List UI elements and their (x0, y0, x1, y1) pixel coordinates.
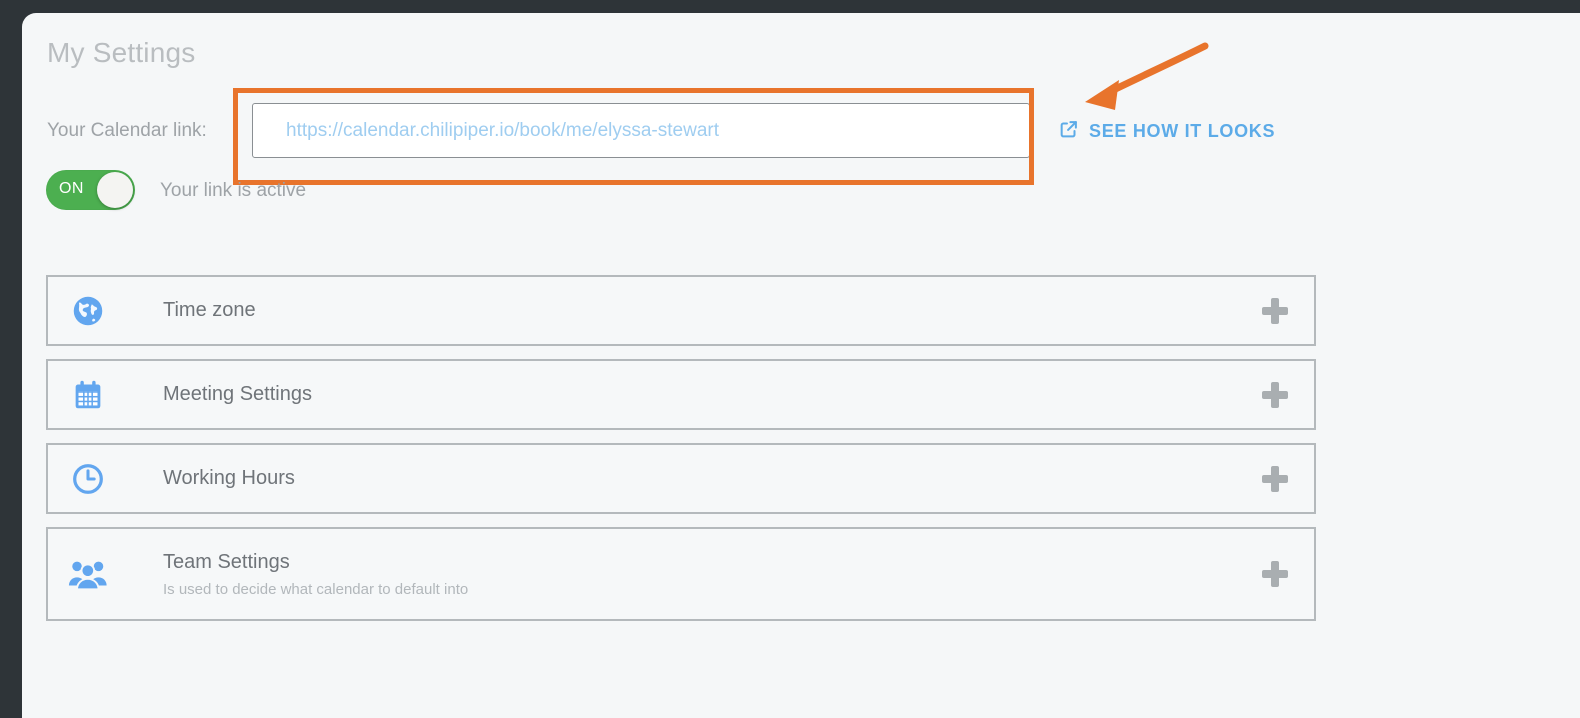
settings-card-text: Working Hours (163, 466, 295, 491)
see-how-it-looks-link[interactable]: SEE HOW IT LOOKS (1058, 118, 1275, 145)
left-navigation-rail[interactable] (0, 0, 22, 718)
settings-card-text: Meeting Settings (163, 382, 312, 407)
people-icon (67, 555, 109, 593)
link-active-caption: Your link is active (160, 180, 307, 201)
globe-icon (67, 292, 109, 330)
settings-card-time-zone[interactable]: Time zone (46, 275, 1316, 346)
plus-icon[interactable] (1262, 297, 1288, 324)
settings-card-title: Team Settings (163, 550, 290, 573)
settings-card-title: Time zone (163, 299, 256, 321)
settings-card-subtitle: Is used to decide what calendar to defau… (163, 580, 469, 598)
settings-card-text: Time zone (163, 298, 256, 323)
orange-highlight-box (233, 88, 1034, 185)
window-top-chrome (0, 0, 1580, 13)
see-how-it-looks-label: SEE HOW IT LOOKS (1089, 121, 1276, 141)
settings-card-text: Team Settings Is used to decide what cal… (163, 550, 468, 599)
plus-icon[interactable] (1262, 381, 1288, 408)
settings-card-title: Meeting Settings (163, 383, 312, 405)
calendar-link-label: Your Calendar link: (47, 120, 207, 141)
settings-card-list: Time zone Meeting Settings Working Hours… (46, 275, 1316, 634)
settings-content-panel: My Settings Your Calendar link: SEE HOW … (22, 13, 1580, 718)
plus-icon[interactable] (1262, 561, 1288, 587)
clock-icon (67, 460, 109, 498)
toggle-knob (97, 172, 133, 208)
link-active-toggle[interactable]: ON (46, 170, 135, 210)
page-title: My Settings (47, 37, 196, 68)
settings-card-working-hours[interactable]: Working Hours (46, 443, 1316, 514)
external-link-icon (1058, 118, 1080, 145)
link-active-toggle-state: ON (59, 180, 84, 197)
annotation-arrow-icon (1057, 38, 1227, 123)
app-window: My Settings Your Calendar link: SEE HOW … (0, 0, 1580, 718)
settings-card-meeting-settings[interactable]: Meeting Settings (46, 359, 1316, 430)
plus-icon[interactable] (1262, 465, 1288, 492)
settings-card-title: Working Hours (163, 467, 295, 489)
calendar-icon (67, 376, 109, 414)
settings-card-team-settings[interactable]: Team Settings Is used to decide what cal… (46, 527, 1316, 621)
